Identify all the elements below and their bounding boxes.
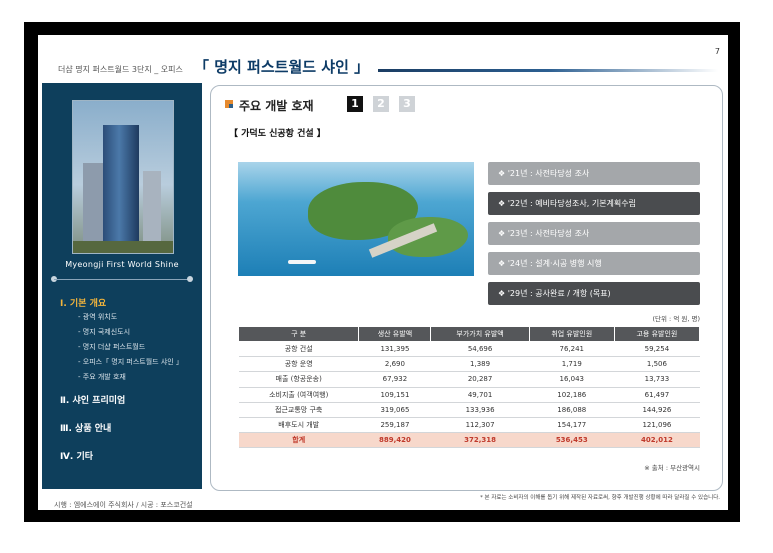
section-subtitle: 【 가덕도 신공항 건설 】: [229, 129, 326, 139]
building-photo: [72, 100, 174, 254]
table-row: 접근교통망 구축 319,065 133,936 186,088 144,926: [238, 402, 700, 418]
table-cell: 59,254: [614, 341, 700, 358]
table-cell: 102,186: [529, 387, 615, 403]
tower-left: [83, 163, 105, 243]
table-source: ※ 출처 : 부산광역시: [644, 464, 700, 472]
table-cell: 61,497: [614, 387, 700, 403]
table-cell: 매출 (항공운송): [238, 371, 359, 388]
table-cell: 16,043: [529, 371, 615, 388]
submenu-item-development[interactable]: - 주요 개발 호재: [78, 372, 126, 382]
table-row: 소비지출 (여객여행) 109,151 49,701 102,186 61,49…: [238, 387, 700, 403]
table-cell: 공항 운영: [238, 356, 359, 373]
section-title: 주요 개발 호재: [239, 99, 314, 113]
page-number: 7: [714, 47, 720, 56]
table-cell: 319,065: [358, 402, 431, 418]
table-cell: 76,241: [529, 341, 615, 358]
brand-divider: [54, 279, 190, 280]
header-employment: 취업 유발인원: [528, 326, 615, 342]
table-cell: 배후도시 개발: [238, 417, 359, 434]
table-cell: 소비지출 (여객여행): [238, 387, 359, 403]
timeline-item-2023: ❖ '23년 : 사전타당성 조사: [488, 222, 700, 245]
submenu-item-office[interactable]: - 오피스「 명지 퍼스트월드 샤인 」: [78, 357, 183, 367]
table-cell: 13,733: [614, 371, 700, 388]
plane: [288, 260, 316, 264]
disclaimer-note: * 본 자료는 소비자의 이해를 돕기 위해 제작된 자료로써, 향후 개발진행…: [480, 495, 720, 501]
brand-name: Myeongji First World Shine: [65, 260, 179, 269]
table-cell: 2,690: [358, 356, 431, 373]
footer-credits: 시행 : 엠에스에이 주식회사 / 시공 : 포스코건설: [54, 501, 193, 509]
table-row: 공항 건설 131,395 54,696 76,241 59,254: [238, 341, 700, 358]
table-cell: 154,177: [529, 417, 615, 434]
tower-main: [103, 125, 139, 243]
menu-item-basic-overview[interactable]: Ⅰ. 기본 개요: [60, 296, 106, 309]
header-rule: [378, 69, 718, 72]
table-cell: 259,187: [358, 417, 431, 434]
table-cell: 1,719: [529, 356, 615, 373]
table-cell: 112,307: [430, 417, 530, 434]
timeline-item-2022: ❖ '22년 : 예비타당성조사, 기본계획수립: [488, 192, 700, 215]
content-panel: 주요 개발 호재 1 2 3 【 가덕도 신공항 건설 】 ❖ '21년 : 사…: [210, 85, 723, 491]
section-bullet-icon: [225, 100, 233, 108]
table-cell: 합계: [238, 432, 359, 449]
table-cell: 20,287: [430, 371, 530, 388]
table-cell: 121,096: [614, 417, 700, 434]
table-cell: 402,012: [614, 432, 700, 449]
table-cell: 131,395: [358, 341, 431, 358]
table-cell: 133,936: [430, 402, 530, 418]
ground: [73, 241, 173, 253]
timeline-item-2021: ❖ '21년 : 사전타당성 조사: [488, 162, 700, 185]
header-subtitle: 더샵 명지 퍼스트월드 3단지 _ 오피스: [58, 65, 183, 74]
economic-effect-table: 구 분 생산 유발액 부가가치 유발액 취업 유발인원 고용 유발인원 공항 건…: [237, 326, 701, 449]
submenu-item-first-world[interactable]: - 명지 더샵 퍼스트월드: [78, 342, 145, 352]
menu-item-premium[interactable]: Ⅱ. 샤인 프리미엄: [60, 393, 125, 406]
table-cell: 186,088: [529, 402, 615, 418]
timeline-item-2029: ❖ '29년 : 공사완료 / 개항 (목표): [488, 282, 700, 305]
page-tab-3[interactable]: 3: [399, 96, 415, 112]
menu-item-products[interactable]: Ⅲ. 상품 안내: [60, 421, 111, 434]
table-header-row: 구 분 생산 유발액 부가가치 유발액 취업 유발인원 고용 유발인원: [237, 326, 701, 342]
table-total-row: 합계 889,420 372,318 536,453 402,012: [238, 432, 700, 449]
brand-dot-right: [187, 276, 193, 282]
table-cell: 144,926: [614, 402, 700, 418]
table-cell: 889,420: [358, 432, 431, 449]
table-cell: 접근교통망 구축: [238, 402, 359, 418]
table-row: 매출 (항공운송) 67,932 20,287 16,043 13,733: [238, 371, 700, 388]
header-title: 「 명지 퍼스트월드 샤인 」: [194, 58, 370, 76]
table-unit: (단위 : 억 원, 명): [652, 315, 701, 323]
tower-right: [143, 171, 161, 243]
header-production: 생산 유발액: [358, 326, 432, 342]
submenu-item-location[interactable]: - 광역 위치도: [78, 312, 117, 322]
table-cell: 1,506: [614, 356, 700, 373]
header-value-added: 부가가치 유발액: [430, 326, 530, 342]
sidebar: Myeongji First World Shine Ⅰ. 기본 개요 - 광역…: [42, 83, 202, 489]
table-row: 공항 운영 2,690 1,389 1,719 1,506: [238, 356, 700, 373]
table-row: 배후도시 개발 259,187 112,307 154,177 121,096: [238, 417, 700, 434]
table-cell: 372,318: [430, 432, 530, 449]
table-cell: 67,932: [358, 371, 431, 388]
table-cell: 536,453: [529, 432, 615, 449]
table-cell: 공항 건설: [238, 341, 359, 358]
header-hiring: 고용 유발인원: [613, 326, 701, 342]
submenu-item-new-city[interactable]: - 명지 국제신도시: [78, 327, 130, 337]
timeline-item-2024: ❖ '24년 : 설계·시공 병행 시행: [488, 252, 700, 275]
page-tab-1[interactable]: 1: [347, 96, 363, 112]
table-cell: 1,389: [430, 356, 530, 373]
menu-item-etc[interactable]: Ⅳ. 기타: [60, 449, 93, 462]
page-tab-2[interactable]: 2: [373, 96, 389, 112]
header-category: 구 분: [237, 326, 360, 342]
airport-island-image: [238, 162, 474, 276]
table-cell: 54,696: [430, 341, 530, 358]
brochure-page: 7 더샵 명지 퍼스트월드 3단지 _ 오피스 「 명지 퍼스트월드 샤인 」 …: [38, 35, 728, 510]
table-cell: 109,151: [358, 387, 431, 403]
table-cell: 49,701: [430, 387, 530, 403]
